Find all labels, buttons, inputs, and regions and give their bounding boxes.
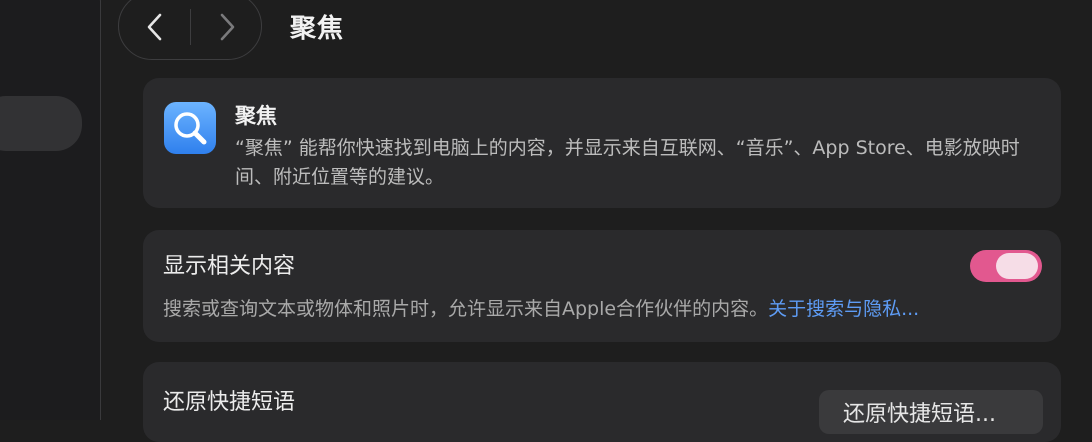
intro-description: “聚焦” 能帮你快速找到电脑上的内容，并显示来自互联网、“音乐”、App Sto… bbox=[235, 137, 1020, 188]
navigation-buttons bbox=[118, 0, 262, 60]
sidebar bbox=[0, 0, 101, 420]
page-title: 聚焦 bbox=[290, 14, 345, 44]
related-content-card: 显示相关内容 搜索或查询文本或物体和照片时，允许显示来自Apple合作伙伴的内容… bbox=[143, 230, 1061, 342]
back-button[interactable] bbox=[135, 7, 175, 47]
forward-button[interactable] bbox=[207, 7, 247, 47]
toggle-knob bbox=[996, 253, 1038, 279]
restore-shortcuts-card: 还原快捷短语 还原快捷短语... bbox=[143, 362, 1061, 442]
spotlight-intro-card: 聚焦 “聚焦” 能帮你快速找到电脑上的内容，并显示来自互联网、“音乐”、App … bbox=[143, 78, 1061, 208]
chevron-left-icon bbox=[147, 13, 162, 41]
privacy-link[interactable]: 关于搜索与隐私... bbox=[768, 298, 919, 320]
related-content-text: 搜索或查询文本或物体和照片时，允许显示来自Apple合作伙伴的内容。 bbox=[163, 298, 769, 320]
chevron-right-icon bbox=[220, 13, 235, 41]
nav-divider bbox=[190, 9, 191, 45]
related-content-description: 搜索或查询文本或物体和照片时，允许显示来自Apple合作伙伴的内容。关于搜索与隐… bbox=[163, 294, 919, 321]
spotlight-magnifier-icon bbox=[164, 102, 216, 154]
intro-title: 聚焦 bbox=[235, 104, 277, 128]
related-content-label: 显示相关内容 bbox=[163, 254, 296, 279]
restore-shortcuts-button[interactable]: 还原快捷短语... bbox=[819, 390, 1043, 434]
related-content-toggle[interactable] bbox=[970, 250, 1042, 282]
restore-shortcuts-label: 还原快捷短语 bbox=[163, 390, 296, 415]
sidebar-selected-item[interactable] bbox=[0, 96, 82, 151]
